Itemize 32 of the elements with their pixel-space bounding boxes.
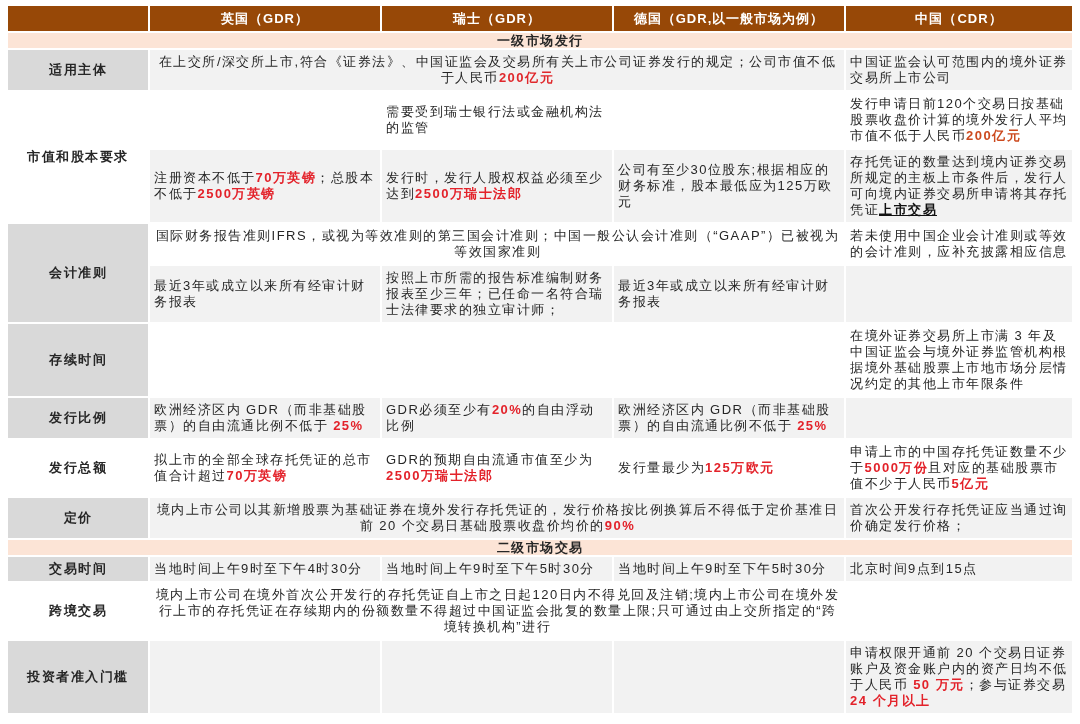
row-label: 发行比例 (8, 398, 148, 438)
table-cell: 最近3年或成立以来所有经审计财务报表 (614, 266, 844, 322)
table-cell: 存托凭证的数量达到境内证券交易所规定的主板上市条件后，发行人可向境内证券交易所申请将其存托凭证上市交易 (846, 150, 1072, 222)
table-cell: 境内上市公司以其新增股票为基础证券在境外发行存托凭证的，发行价格按比例换算后不得低于定价基准日前 20 个交易日基础股票收盘价均价的 90% (150, 498, 844, 538)
table-cell: 中国证监会认可范围内的境外证券交易所上市公司 (846, 50, 1072, 90)
table-cell: 发行时，发行人股权权益必须至少达到2500万瑞士法郎 (382, 150, 612, 222)
table-cell: 北京时间9点到15点 (846, 557, 1072, 581)
table-cell: 按照上市所需的报告标准编制财务报表至少三年；已任命一名符合瑞士法律要求的独立审计师； (382, 266, 612, 322)
table-cell: 申请权限开通前 20 个交易日证券账户及资金账户内的资产日均不低于人民币 50 万元；参与证券交易 24 个月以上 (846, 641, 1072, 713)
row-label: 适用主体 (8, 50, 148, 90)
table-cell: 当地时间上午9时至下午5时30分 (614, 557, 844, 581)
table-cell: 欧洲经济区内 GDR（而非基础股票）的自由流通比例不低于 25% (150, 398, 380, 438)
table-cell: 最近3年或成立以来所有经审计财务报表 (150, 266, 380, 322)
row-label: 投资者准入门槛 (8, 641, 148, 713)
column-header: 中国（CDR） (846, 6, 1072, 31)
table-cell: 欧洲经济区内 GDR（而非基础股票）的自由流通比例不低于 25% (614, 398, 844, 438)
row-label: 交易时间 (8, 557, 148, 581)
column-header: 瑞士（GDR） (382, 6, 612, 31)
table-cell: GDR必须至少有20%的自由浮动比例 (382, 398, 612, 438)
column-header: 德国（GDR,以一般市场为例） (614, 6, 844, 31)
row-label: 会计准则 (8, 224, 148, 322)
table-cell: 当地时间上午9时至下午5时30分 (382, 557, 612, 581)
row-label: 存续时间 (8, 324, 148, 396)
table-cell: 公司有至少30位股东;根据相应的财务标准，股本最低应为125万欧元 (614, 150, 844, 222)
column-header: 英国（GDR） (150, 6, 380, 31)
section-header: 二级市场交易 (8, 540, 1072, 555)
section-header: 一级市场发行 (8, 33, 1072, 48)
table-cell: 当地时间上午9时至下午4时30分 (150, 557, 380, 581)
table-cell: 在上交所/深交所上市,符合《证券法》、中国证监会及交易所有关上市公司证券发行的规定；公司市值不低于人民币 200亿元 (150, 50, 844, 90)
table-cell: 首次公开发行存托凭证应当通过询价确定发行价格； (846, 498, 1072, 538)
table-cell: 注册资本不低于70万英镑；总股本不低于2500万英镑 (150, 150, 380, 222)
row-label: 定价 (8, 498, 148, 538)
